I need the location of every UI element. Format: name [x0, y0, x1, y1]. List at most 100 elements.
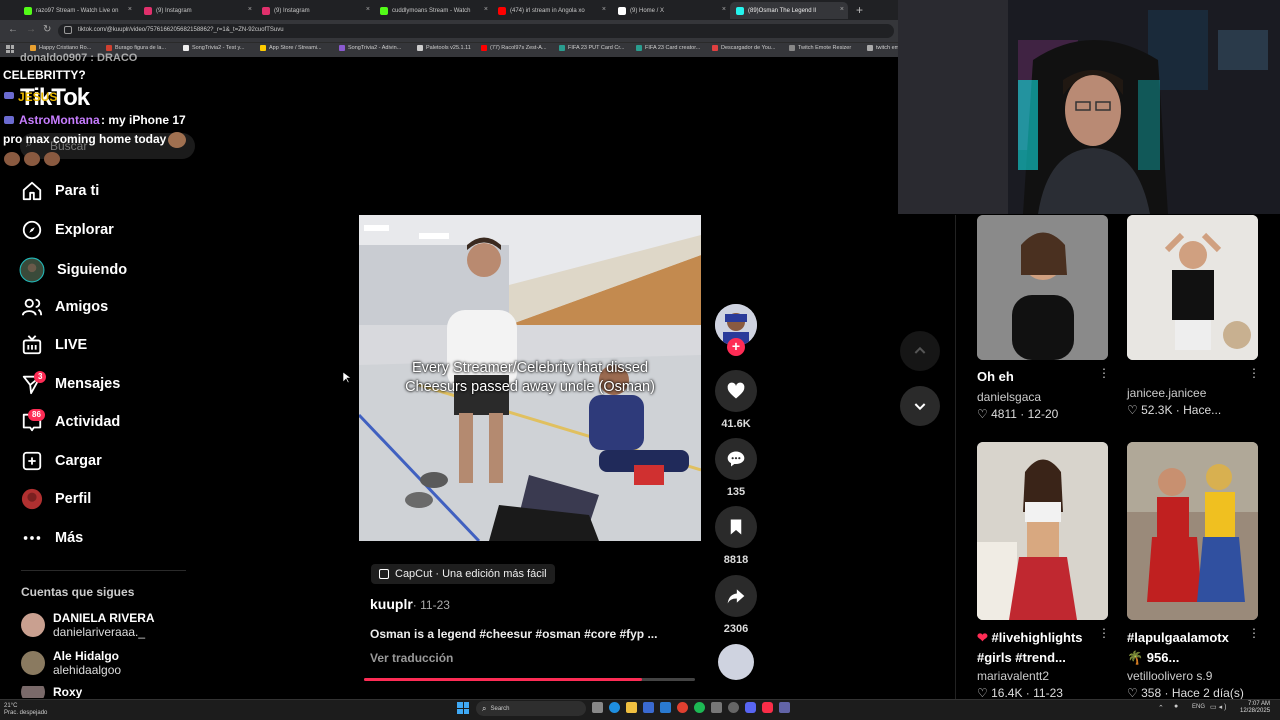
bookmark-item[interactable]: FIFA 23 Card creator...	[636, 45, 700, 51]
nav-explorar[interactable]: Explorar	[21, 219, 114, 241]
teams-icon[interactable]	[779, 702, 790, 713]
browser-tab[interactable]: razo97 Stream - Watch Live on ×	[18, 2, 136, 19]
like-button[interactable]: 41.6K	[715, 370, 757, 430]
bookmark-item[interactable]: Descargador de You...	[712, 45, 775, 51]
store-icon[interactable]	[643, 702, 654, 713]
tab-close-icon[interactable]: ×	[366, 6, 370, 13]
bookmark-item[interactable]: Burago figura de la...	[106, 45, 166, 51]
more-vertical-icon[interactable]: ⋮	[1098, 366, 1110, 380]
nav-mas[interactable]: Más	[21, 527, 83, 549]
grid-video-thumbnail[interactable]	[977, 215, 1108, 360]
bookmark-item[interactable]: App Store / Streami...	[260, 45, 322, 51]
bookmark-item[interactable]: Happy Cristiano Ro...	[30, 45, 91, 51]
nav-live[interactable]: LIVE	[21, 334, 87, 356]
more-vertical-icon[interactable]: ⋮	[1098, 626, 1110, 640]
video-player[interactable]: Every Streamer/Celebrity that dissed Che…	[359, 215, 701, 541]
music-app-icon[interactable]	[762, 702, 773, 713]
nav-siguiendo[interactable]: Siguiendo	[19, 257, 127, 283]
browser-tab[interactable]: cuddlymoans Stream - Watch ×	[374, 2, 492, 19]
next-video-button[interactable]	[900, 386, 940, 426]
browser-tab[interactable]: (474) irl stream in Angola xo ×	[492, 2, 610, 19]
taskbar-search[interactable]: ⌕ Search	[476, 701, 586, 716]
edge-icon[interactable]	[609, 702, 620, 713]
tab-title: (474) irl stream in Angola xo	[510, 7, 585, 14]
mail-icon[interactable]	[660, 702, 671, 713]
app-icon[interactable]	[711, 702, 722, 713]
grid-title[interactable]: ❤ #livehighlights #girls #trend...	[977, 628, 1095, 668]
bookmark-label: SongTrivia2 - Adivin...	[348, 45, 402, 51]
network-volume-icons[interactable]: ▭◂)	[1210, 703, 1228, 711]
bookmark-item[interactable]: (77) Racol97s Zest-A...	[481, 45, 547, 51]
browser-tab[interactable]: (9) Home / X ×	[612, 2, 730, 19]
url-field[interactable]: tiktok.com/@kuuplr/video/757616620568215…	[58, 24, 894, 38]
capcut-label: CapCut · Una edición más fácil	[395, 568, 547, 580]
browser-tab[interactable]: (89)Osman The Legend ll ×	[730, 2, 848, 19]
grid-user[interactable]: vetilloolivero s.9	[1127, 669, 1212, 683]
spotify-icon[interactable]	[694, 702, 705, 713]
weather-widget[interactable]: 21°C Prac. despejado	[4, 703, 47, 717]
video-author[interactable]: kuuplr	[370, 596, 413, 612]
grid-likes: 52.3K	[1141, 403, 1173, 417]
following-account[interactable]: Ale Hidalgo alehidaalgoo	[21, 649, 121, 677]
tab-close-icon[interactable]: ×	[484, 6, 488, 13]
clock[interactable]: 7:07 AM 12/28/2025	[1240, 701, 1270, 715]
nav-para-ti[interactable]: Para ti	[21, 180, 99, 202]
bookmark-item[interactable]: FIFA 23 PUT Card Cr...	[559, 45, 624, 51]
grid-video-thumbnail[interactable]	[977, 442, 1108, 620]
translate-link[interactable]: Ver traducción	[370, 651, 453, 665]
tab-favicon-icon	[24, 6, 32, 15]
nav-cargar[interactable]: Cargar	[21, 450, 102, 472]
bookmark-favicon-icon	[106, 45, 112, 51]
tab-close-icon[interactable]: ×	[722, 6, 726, 13]
grid-user[interactable]: janicee.janicee	[1127, 386, 1206, 400]
grid-user[interactable]: danielsgaca	[977, 390, 1041, 404]
following-account[interactable]: DANIELA RIVERA danielariveraaa._	[21, 611, 155, 639]
tab-favicon-icon	[380, 6, 388, 15]
capcut-banner[interactable]: CapCut · Una edición más fácil	[371, 564, 555, 584]
divider	[21, 570, 186, 571]
tray-chevron-icon[interactable]: ⌃	[1158, 704, 1164, 712]
grid-user[interactable]: mariavalentt2	[977, 669, 1049, 683]
site-info-icon[interactable]	[64, 26, 72, 34]
language-indicator[interactable]: ENG	[1192, 704, 1205, 710]
save-button[interactable]: 8818	[715, 506, 757, 566]
grid-video-thumbnail[interactable]	[1127, 442, 1258, 620]
nav-amigos[interactable]: Amigos	[21, 296, 108, 318]
tab-close-icon[interactable]: ×	[128, 6, 132, 13]
file-explorer-icon[interactable]	[626, 702, 637, 713]
bookmark-item[interactable]: twitch em	[867, 45, 899, 51]
microphone-icon[interactable]: ●	[1174, 703, 1178, 710]
bookmark-item[interactable]: SongTrivia2 - Test y...	[183, 45, 244, 51]
bookmark-item[interactable]: Paletools v25.1.11	[417, 45, 471, 51]
nav-perfil[interactable]: Perfil	[21, 488, 91, 510]
discord-icon[interactable]	[745, 702, 756, 713]
back-icon[interactable]: ←	[8, 24, 18, 35]
bookmark-item[interactable]: SongTrivia2 - Adivin...	[339, 45, 401, 51]
grid-video-thumbnail[interactable]	[1127, 215, 1258, 360]
grid-title[interactable]: #lapulgaalamotx 🌴 956...	[1127, 628, 1245, 668]
settings-icon[interactable]	[728, 702, 739, 713]
following-account[interactable]: Roxy	[21, 686, 82, 698]
tab-close-icon[interactable]: ×	[840, 6, 844, 13]
tab-favicon-icon	[618, 6, 626, 15]
new-tab-icon[interactable]: +	[856, 3, 863, 17]
browser-tab[interactable]: (9) Instagram ×	[256, 2, 374, 19]
comment-button[interactable]: 135	[715, 438, 757, 498]
previous-video-button[interactable]	[900, 331, 940, 371]
task-view-icon[interactable]	[592, 702, 603, 713]
chrome-icon[interactable]	[677, 702, 688, 713]
music-disc[interactable]	[715, 644, 757, 680]
follow-plus-button[interactable]: +	[727, 338, 745, 356]
more-vertical-icon[interactable]: ⋮	[1248, 626, 1260, 640]
bookmark-item[interactable]: Twitch Emote Resizer	[789, 45, 851, 51]
video-progress-bar[interactable]	[364, 678, 695, 681]
share-button[interactable]: 2306	[715, 575, 757, 635]
browser-tab[interactable]: (9) Instagram ×	[138, 2, 256, 19]
more-vertical-icon[interactable]: ⋮	[1248, 366, 1260, 380]
tab-close-icon[interactable]: ×	[248, 6, 252, 13]
tab-close-icon[interactable]: ×	[602, 6, 606, 13]
grid-title[interactable]: Oh eh	[977, 369, 1014, 384]
forward-icon[interactable]: →	[26, 24, 36, 35]
windows-start-icon[interactable]	[457, 702, 469, 714]
reload-icon[interactable]: ↻	[43, 24, 51, 35]
